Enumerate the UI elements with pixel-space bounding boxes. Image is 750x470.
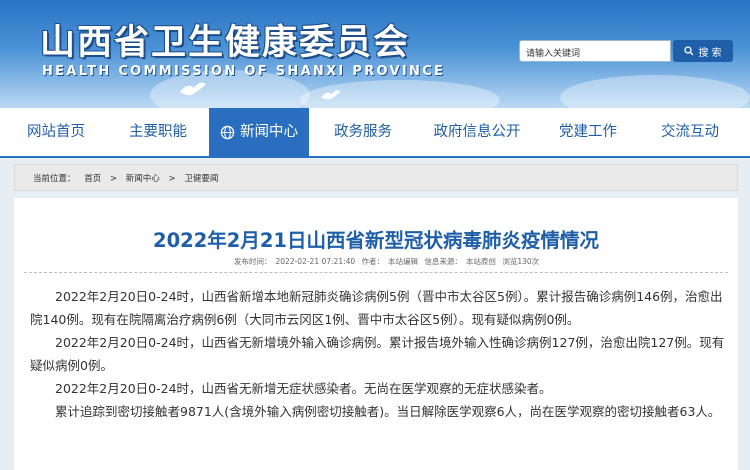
article-card: 2022年2月21日山西省新型冠状病毒肺炎疫情情况 发布时间： 2022-02-2… <box>14 198 738 470</box>
nav-item-functions[interactable]: 主要职能 <box>110 108 206 156</box>
article-body: 2022年2月20日0-24时，山西省新增本地新冠肺炎确诊病例5例（晋中市太谷区… <box>30 285 726 423</box>
breadcrumb-item-home[interactable]: 首页 <box>84 174 101 184</box>
search-icon <box>684 46 694 56</box>
source: 本站原创 <box>465 257 496 266</box>
nav-item-home[interactable]: 网站首页 <box>8 108 104 156</box>
nav-item-label: 新闻中心 <box>240 124 298 140</box>
breadcrumb-separator: > <box>109 174 118 184</box>
article-paragraph: 2022年2月20日0-24时，山西省无新增无症状感染者。无尚在医学观察的无症状… <box>55 381 552 396</box>
breadcrumb-prefix: 当前位置： <box>33 174 76 184</box>
article-title: 2022年2月21日山西省新型冠状病毒肺炎疫情情况 <box>153 229 599 252</box>
site-subtitle: HEALTH COMMISSION OF SHANXI PROVINCE <box>42 64 446 79</box>
article-meta: 发布时间： 2022-02-21 07:21:40 作者： 本站编辑 信息来源： 本站… <box>234 256 543 267</box>
author: 本站编辑 <box>388 257 419 266</box>
breadcrumb-item-news[interactable]: 新闻中心 <box>126 174 160 184</box>
site-header: 山西省卫生健康委员会 HEALTH COMMISSION OF SHANXI P… <box>0 0 750 108</box>
nav-item-info-disclosure[interactable]: 政府信息公开 <box>418 108 536 156</box>
published-label: 发布时间： <box>234 257 272 266</box>
breadcrumb-bar: 当前位置： 首页 > 新闻中心 > 卫健要闻 <box>14 164 738 191</box>
main-nav: 网站首页 主要职能 新闻中心 政务服务 政府信息公开 党建工作 交流互动 <box>0 108 750 158</box>
breadcrumb-separator: > <box>168 174 176 184</box>
dove-icon <box>321 90 341 100</box>
divider <box>24 272 728 273</box>
site-title[interactable]: 山西省卫生健康委员会 <box>40 14 410 65</box>
search-button[interactable]: 搜 索 <box>673 40 733 62</box>
source-label: 信息来源： <box>424 257 462 266</box>
breadcrumb: 当前位置： 首页 > 新闻中心 > 卫健要闻 <box>33 172 224 184</box>
article-paragraph: 累计追踪到密切接触者9871人(含境外输入病例密切接触者)。当日解除医学观察6人… <box>55 404 721 419</box>
nav-item-party-building[interactable]: 党建工作 <box>540 108 636 156</box>
view-count: 浏览130次 <box>502 257 540 266</box>
breadcrumb-item-health-news[interactable]: 卫健要闻 <box>184 174 218 184</box>
search-button-label: 搜 索 <box>698 47 722 59</box>
author-label: 作者： <box>361 257 385 266</box>
article-paragraph: 2022年2月20日0-24时，山西省无新增境外输入确诊病例。累计报告境外输入性… <box>30 335 725 373</box>
search-input[interactable]: 请输入关键词 <box>519 40 671 62</box>
globe-icon <box>220 125 235 139</box>
nav-item-news[interactable]: 新闻中心 <box>209 108 309 156</box>
article-paragraph: 2022年2月20日0-24时，山西省新增本地新冠肺炎确诊病例5例（晋中市太谷区… <box>30 289 723 327</box>
cloud-decoration <box>560 75 750 108</box>
dove-icon <box>180 82 206 95</box>
nav-item-interaction[interactable]: 交流互动 <box>640 108 740 156</box>
nav-item-services[interactable]: 政务服务 <box>315 108 411 156</box>
published-time: 2022-02-21 07:21:40 <box>275 257 356 266</box>
